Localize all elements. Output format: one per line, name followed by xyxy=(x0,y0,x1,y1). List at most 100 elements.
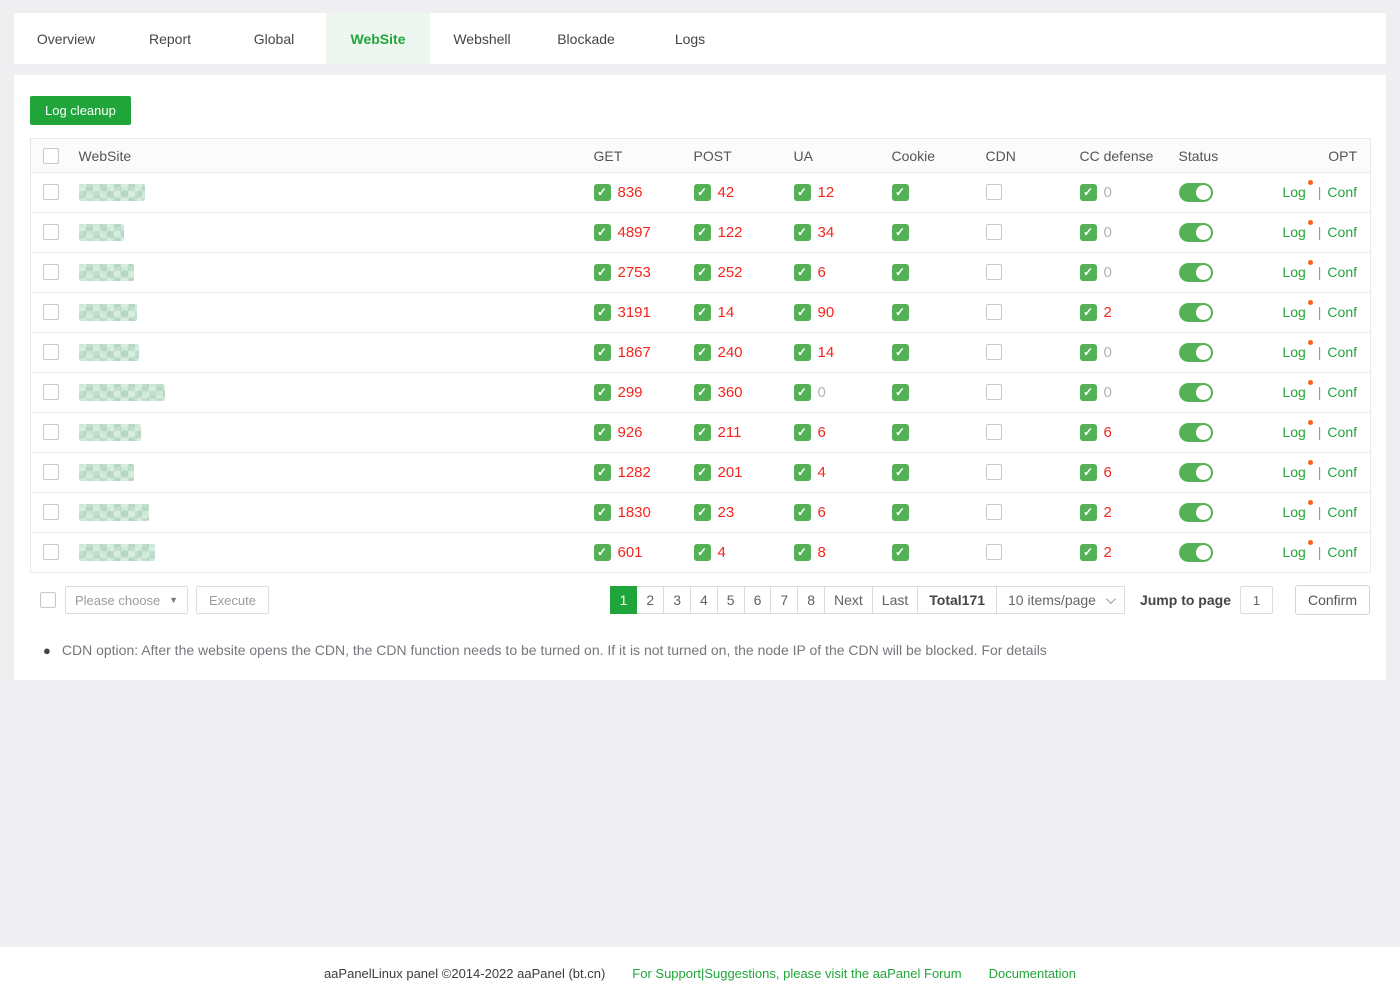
cookie-check-icon[interactable] xyxy=(892,344,909,361)
ua-check-icon[interactable] xyxy=(794,224,811,241)
tab-report[interactable]: Report xyxy=(118,13,222,64)
conf-link[interactable]: Conf xyxy=(1327,464,1357,480)
cc-defense-check-icon[interactable] xyxy=(1080,224,1097,241)
row-checkbox[interactable] xyxy=(43,224,59,240)
post-check-icon[interactable] xyxy=(694,504,711,521)
jump-page-input[interactable] xyxy=(1240,586,1273,614)
cookie-check-icon[interactable] xyxy=(892,304,909,321)
conf-link[interactable]: Conf xyxy=(1327,224,1357,240)
row-checkbox[interactable] xyxy=(43,304,59,320)
row-checkbox[interactable] xyxy=(43,504,59,520)
status-toggle[interactable] xyxy=(1179,503,1213,522)
cdn-checkbox[interactable] xyxy=(986,384,1002,400)
ua-check-icon[interactable] xyxy=(794,184,811,201)
row-checkbox[interactable] xyxy=(43,264,59,280)
log-link[interactable]: Log xyxy=(1282,384,1305,400)
log-link[interactable]: Log xyxy=(1282,504,1305,520)
get-check-icon[interactable] xyxy=(594,184,611,201)
footer-support-link[interactable]: For Support|Suggestions, please visit th… xyxy=(632,966,961,981)
get-check-icon[interactable] xyxy=(594,344,611,361)
log-link[interactable]: Log xyxy=(1282,464,1305,480)
post-check-icon[interactable] xyxy=(694,464,711,481)
page-5[interactable]: 5 xyxy=(717,586,745,614)
cdn-checkbox[interactable] xyxy=(986,304,1002,320)
cookie-check-icon[interactable] xyxy=(892,424,909,441)
confirm-button[interactable]: Confirm xyxy=(1295,585,1370,615)
conf-link[interactable]: Conf xyxy=(1327,264,1357,280)
cc-defense-check-icon[interactable] xyxy=(1080,424,1097,441)
log-cleanup-button[interactable]: Log cleanup xyxy=(30,96,131,125)
log-link[interactable]: Log xyxy=(1282,184,1305,200)
get-check-icon[interactable] xyxy=(594,264,611,281)
page-2[interactable]: 2 xyxy=(636,586,664,614)
tab-logs[interactable]: Logs xyxy=(638,13,742,64)
log-link[interactable]: Log xyxy=(1282,304,1305,320)
tab-blockade[interactable]: Blockade xyxy=(534,13,638,64)
next-page-button[interactable]: Next xyxy=(824,586,873,614)
conf-link[interactable]: Conf xyxy=(1327,384,1357,400)
cookie-check-icon[interactable] xyxy=(892,224,909,241)
get-check-icon[interactable] xyxy=(594,544,611,561)
ua-check-icon[interactable] xyxy=(794,344,811,361)
status-toggle[interactable] xyxy=(1179,543,1213,562)
log-link[interactable]: Log xyxy=(1282,424,1305,440)
page-3[interactable]: 3 xyxy=(663,586,691,614)
post-check-icon[interactable] xyxy=(694,264,711,281)
get-check-icon[interactable] xyxy=(594,304,611,321)
ua-check-icon[interactable] xyxy=(794,384,811,401)
row-checkbox[interactable] xyxy=(43,344,59,360)
select-all-checkbox[interactable] xyxy=(43,148,59,164)
status-toggle[interactable] xyxy=(1179,383,1213,402)
status-toggle[interactable] xyxy=(1179,343,1213,362)
conf-link[interactable]: Conf xyxy=(1327,344,1357,360)
log-link[interactable]: Log xyxy=(1282,344,1305,360)
cookie-check-icon[interactable] xyxy=(892,184,909,201)
page-6[interactable]: 6 xyxy=(744,586,772,614)
cdn-checkbox[interactable] xyxy=(986,184,1002,200)
footer-docs-link[interactable]: Documentation xyxy=(989,966,1076,981)
get-check-icon[interactable] xyxy=(594,384,611,401)
execute-button[interactable]: Execute xyxy=(196,586,269,614)
conf-link[interactable]: Conf xyxy=(1327,504,1357,520)
post-check-icon[interactable] xyxy=(694,424,711,441)
cdn-checkbox[interactable] xyxy=(986,464,1002,480)
log-link[interactable]: Log xyxy=(1282,544,1305,560)
page-7[interactable]: 7 xyxy=(770,586,798,614)
cc-defense-check-icon[interactable] xyxy=(1080,184,1097,201)
cdn-checkbox[interactable] xyxy=(986,264,1002,280)
cdn-checkbox[interactable] xyxy=(986,424,1002,440)
status-toggle[interactable] xyxy=(1179,263,1213,282)
last-page-button[interactable]: Last xyxy=(872,586,918,614)
status-toggle[interactable] xyxy=(1179,423,1213,442)
ua-check-icon[interactable] xyxy=(794,504,811,521)
cookie-check-icon[interactable] xyxy=(892,504,909,521)
bulk-action-select[interactable]: Please choose ▼ xyxy=(65,586,188,614)
cc-defense-check-icon[interactable] xyxy=(1080,304,1097,321)
cookie-check-icon[interactable] xyxy=(892,264,909,281)
get-check-icon[interactable] xyxy=(594,504,611,521)
page-1[interactable]: 1 xyxy=(610,586,638,614)
row-checkbox[interactable] xyxy=(43,384,59,400)
post-check-icon[interactable] xyxy=(694,304,711,321)
ua-check-icon[interactable] xyxy=(794,544,811,561)
row-checkbox[interactable] xyxy=(43,424,59,440)
get-check-icon[interactable] xyxy=(594,224,611,241)
cc-defense-check-icon[interactable] xyxy=(1080,264,1097,281)
cc-defense-check-icon[interactable] xyxy=(1080,504,1097,521)
cc-defense-check-icon[interactable] xyxy=(1080,464,1097,481)
conf-link[interactable]: Conf xyxy=(1327,424,1357,440)
ua-check-icon[interactable] xyxy=(794,304,811,321)
status-toggle[interactable] xyxy=(1179,303,1213,322)
page-8[interactable]: 8 xyxy=(797,586,825,614)
status-toggle[interactable] xyxy=(1179,183,1213,202)
post-check-icon[interactable] xyxy=(694,184,711,201)
post-check-icon[interactable] xyxy=(694,544,711,561)
cdn-checkbox[interactable] xyxy=(986,544,1002,560)
cc-defense-check-icon[interactable] xyxy=(1080,384,1097,401)
tab-global[interactable]: Global xyxy=(222,13,326,64)
post-check-icon[interactable] xyxy=(694,344,711,361)
cdn-checkbox[interactable] xyxy=(986,344,1002,360)
conf-link[interactable]: Conf xyxy=(1327,544,1357,560)
cookie-check-icon[interactable] xyxy=(892,544,909,561)
row-checkbox[interactable] xyxy=(43,184,59,200)
